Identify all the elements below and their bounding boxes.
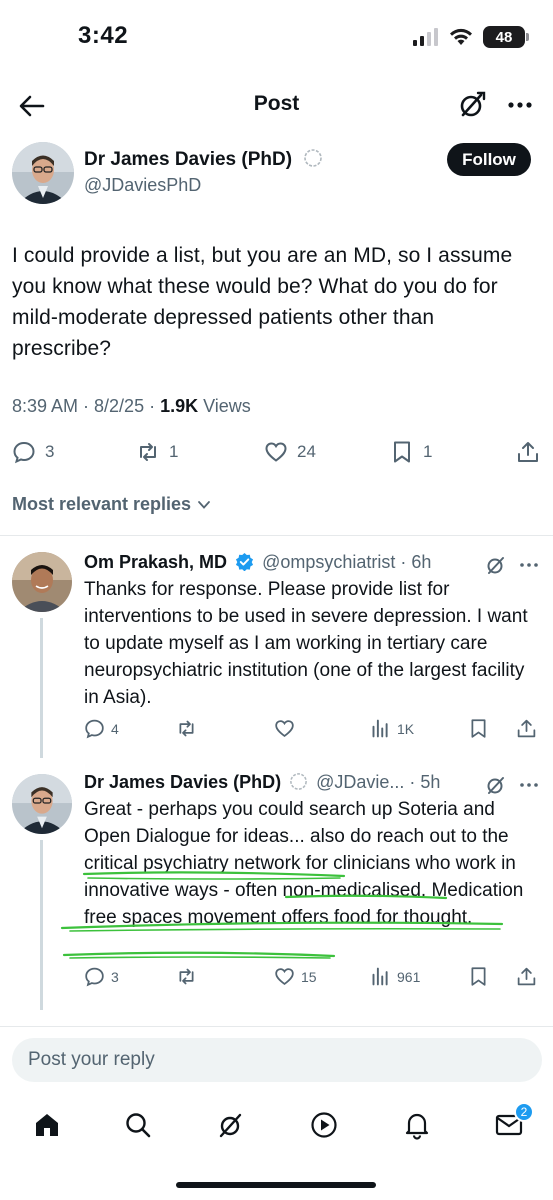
- like-action[interactable]: 15: [274, 966, 317, 987]
- signal-icon: [413, 28, 438, 46]
- reply-action[interactable]: 4: [84, 718, 119, 739]
- reply-author-name[interactable]: Om Prakash, MD: [84, 552, 227, 572]
- like-count: 15: [301, 968, 317, 985]
- heart-icon: [265, 442, 287, 462]
- bookmark-count: 1: [423, 442, 433, 461]
- reply-count: 4: [111, 720, 119, 737]
- more-options-icon[interactable]: [505, 90, 535, 120]
- home-indicator: [176, 1182, 376, 1188]
- wifi-icon: [450, 28, 472, 45]
- verified-badge-icon: [236, 552, 254, 572]
- views-action[interactable]: 1K: [370, 718, 414, 739]
- repost-icon: [140, 443, 156, 461]
- reply-action[interactable]: 3: [84, 966, 119, 987]
- bookmark-icon: [471, 719, 486, 738]
- grok-icon[interactable]: [216, 1110, 246, 1140]
- notifications-bell-icon[interactable]: [402, 1110, 432, 1140]
- bookmark-icon: [394, 441, 410, 463]
- reply-header: Om Prakash, MD @ompsychiatrist · 6h: [84, 552, 431, 573]
- post-actions: 3 1 24 1: [0, 438, 553, 468]
- views-action[interactable]: 961: [370, 966, 420, 987]
- repost-action[interactable]: [176, 718, 203, 739]
- reply-item[interactable]: Om Prakash, MD @ompsychiatrist · 6h Than…: [0, 548, 553, 748]
- grok-icon[interactable]: [457, 90, 487, 120]
- share-action[interactable]: [516, 718, 537, 739]
- search-icon[interactable]: [123, 1110, 153, 1140]
- author-avatar[interactable]: [12, 142, 74, 204]
- share-action[interactable]: [516, 440, 540, 464]
- bookmark-icon: [471, 967, 486, 986]
- reply-icon: [85, 967, 104, 987]
- reply-composer[interactable]: [12, 1038, 542, 1082]
- reply-icon: [13, 441, 35, 464]
- like-count: 24: [297, 442, 316, 461]
- share-icon: [517, 967, 536, 986]
- messages-badge: 2: [514, 1102, 534, 1122]
- reply-item[interactable]: Dr James Davies (PhD) @JDavie... · 5h Gr…: [0, 770, 553, 1000]
- status-bar: 3:42 48: [0, 0, 553, 75]
- battery-indicator: 48: [483, 26, 529, 48]
- reply-sort-label[interactable]: Most relevant replies: [12, 494, 191, 515]
- post-meta: 8:39 AM · 8/2/25 · 1.9K Views: [12, 396, 251, 417]
- messages-tab[interactable]: 2: [494, 1102, 534, 1140]
- reply-actions: 4 1K: [84, 718, 544, 744]
- divider: [0, 1026, 553, 1027]
- bottom-tab-bar: 2: [0, 1100, 553, 1150]
- share-icon: [518, 442, 538, 462]
- post-timestamp: 8:39 AM · 8/2/25 ·: [12, 396, 161, 416]
- reply-body: Thanks for response. Please provide list…: [84, 579, 528, 708]
- author-handle[interactable]: @JDaviesPhD: [84, 175, 201, 196]
- views-count: 961: [397, 968, 421, 985]
- reply-meta: @ompsychiatrist · 6h: [262, 552, 432, 572]
- views-chart-icon: [372, 719, 388, 738]
- bookmark-action[interactable]: 1: [390, 440, 432, 464]
- gray-badge-icon: [304, 149, 323, 167]
- repost-action[interactable]: 1: [136, 440, 178, 464]
- repost-action[interactable]: [176, 966, 203, 987]
- like-action[interactable]: 24: [264, 440, 316, 464]
- views-label: Views: [198, 396, 251, 416]
- top-nav: Post: [0, 80, 553, 130]
- follow-button[interactable]: Follow: [447, 143, 531, 176]
- more-options-icon[interactable]: [517, 554, 541, 576]
- home-icon[interactable]: [32, 1110, 62, 1140]
- share-icon: [517, 719, 536, 738]
- status-time: 3:42: [78, 22, 129, 49]
- views-count: 1K: [397, 720, 415, 737]
- bookmark-action[interactable]: [468, 966, 489, 987]
- chevron-down-icon: [198, 500, 210, 509]
- green-underline-annotation: [60, 871, 504, 959]
- repost-count: 1: [169, 442, 179, 461]
- reply-icon: [85, 719, 104, 739]
- grok-icon[interactable]: [485, 554, 507, 576]
- heart-icon: [275, 968, 294, 986]
- reply-actions: 3 15 961: [84, 966, 544, 992]
- repost-icon: [179, 968, 194, 985]
- reply-input[interactable]: [12, 1038, 542, 1082]
- bookmark-action[interactable]: [468, 718, 489, 739]
- status-indicators: 48: [413, 26, 529, 48]
- reply-count: 3: [111, 968, 119, 985]
- views-chart-icon: [372, 967, 388, 986]
- view-count: 1.9K: [160, 396, 199, 416]
- reply-sort-toggle[interactable]: Most relevant replies: [12, 494, 211, 515]
- reply-action[interactable]: 3: [12, 440, 54, 464]
- reply-avatar[interactable]: [12, 552, 72, 612]
- heart-icon: [275, 720, 294, 738]
- video-play-icon[interactable]: [309, 1110, 339, 1140]
- like-action[interactable]: [274, 718, 301, 739]
- author-name[interactable]: Dr James Davies (PhD): [84, 148, 323, 171]
- share-action[interactable]: [516, 966, 537, 987]
- repost-icon: [179, 720, 194, 737]
- author-name-text[interactable]: Dr James Davies (PhD): [84, 149, 292, 170]
- divider: [0, 535, 553, 536]
- post-body: I could provide a list, but you are an M…: [12, 244, 513, 360]
- reply-count: 3: [45, 442, 55, 461]
